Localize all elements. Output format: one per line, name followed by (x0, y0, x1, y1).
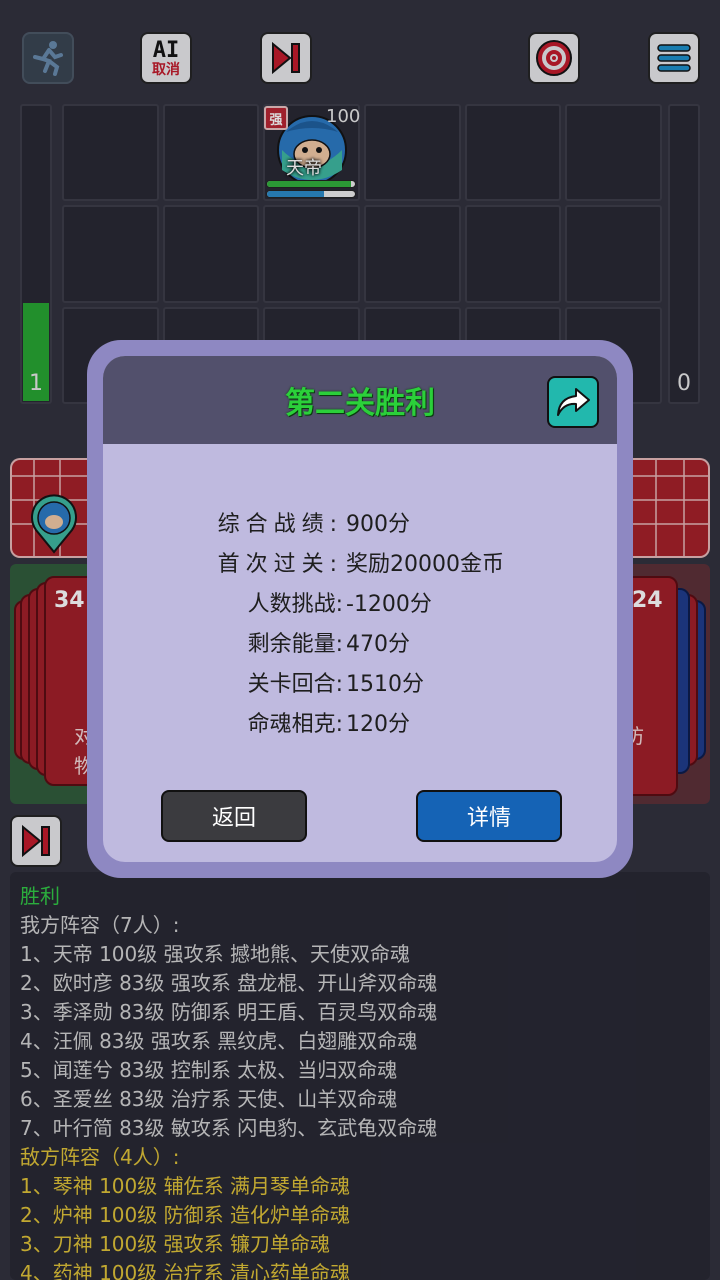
stat-label: 剩余能量: (247, 632, 343, 657)
stat-row: 关卡回合: 1510分 (103, 666, 617, 706)
details-button[interactable]: 详情 (416, 790, 562, 842)
stat-value: -1200分 (346, 592, 432, 617)
stat-label: 综合战绩: (217, 512, 343, 537)
victory-dialog-body: 第二关胜利 综合战绩: 900分 首次过关: 奖励20000金币 人数挑战: -… (103, 356, 617, 862)
stat-row: 命魂相克: 120分 (103, 706, 617, 746)
stat-row: 剩余能量: 470分 (103, 626, 617, 666)
dialog-header: 第二关胜利 (103, 356, 617, 444)
share-icon (557, 388, 590, 416)
stat-label: 首次过关: (217, 552, 343, 577)
stat-label: 人数挑战: (247, 592, 343, 617)
stat-value: 120分 (346, 712, 410, 737)
stat-label: 关卡回合: (247, 672, 343, 697)
stat-value: 900分 (346, 512, 410, 537)
stat-label: 命魂相克: (247, 712, 343, 737)
stat-row: 首次过关: 奖励20000金币 (103, 546, 617, 586)
stat-value: 1510分 (346, 672, 424, 697)
stat-row: 人数挑战: -1200分 (103, 586, 617, 626)
victory-dialog: 第二关胜利 综合战绩: 900分 首次过关: 奖励20000金币 人数挑战: -… (87, 340, 633, 878)
stat-row: 综合战绩: 900分 (103, 506, 617, 546)
share-button[interactable] (547, 376, 599, 428)
dialog-title: 第二关胜利 (285, 386, 435, 421)
back-button[interactable]: 返回 (161, 790, 307, 842)
stat-value: 奖励20000金币 (346, 552, 504, 577)
stat-value: 470分 (346, 632, 410, 657)
